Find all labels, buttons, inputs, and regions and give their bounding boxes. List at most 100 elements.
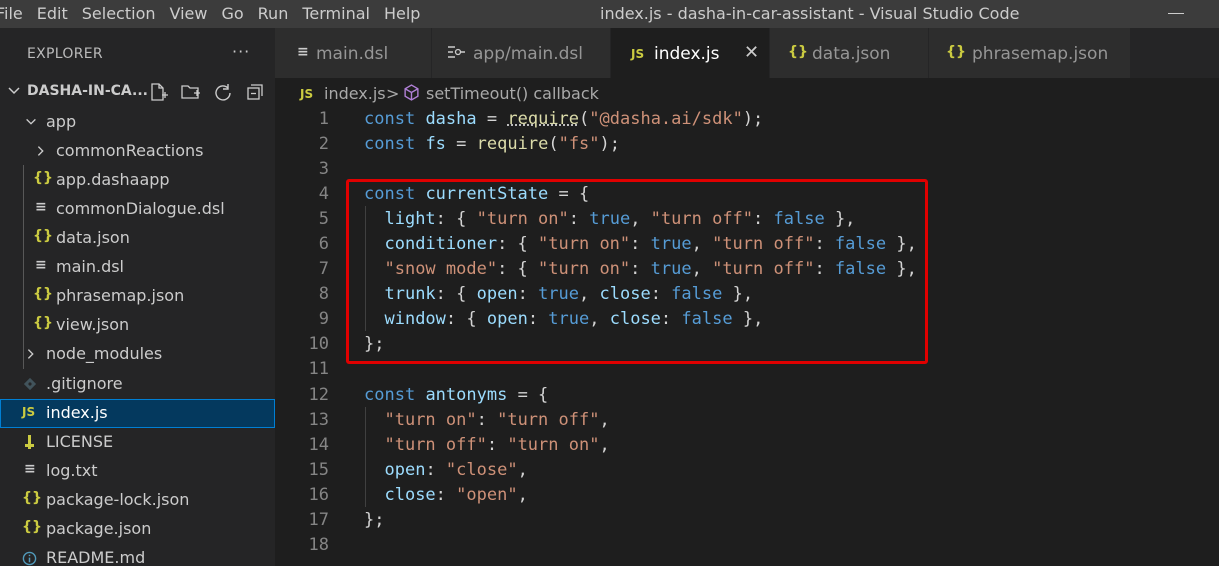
tree-folder-commonreactions[interactable]: commonReactions xyxy=(0,137,275,166)
menu-terminal[interactable]: Terminal xyxy=(295,0,377,28)
tree-folder-node-modules[interactable]: node_modules xyxy=(0,340,275,369)
line-number: 11 xyxy=(308,359,329,379)
more-actions-icon[interactable]: ··· xyxy=(232,42,250,61)
menu-view[interactable]: View xyxy=(163,0,215,28)
code-text: "turn on": "turn off", xyxy=(384,410,610,430)
tab-data-json[interactable]: {} data.json xyxy=(770,28,929,78)
js-file-icon: JS xyxy=(631,47,645,61)
code-text: open: "close", xyxy=(384,460,528,480)
tree-file-commondialogue-dsl[interactable]: ≡ commonDialogue.dsl xyxy=(0,195,275,224)
tab-index-js[interactable]: JS index.js ✕ xyxy=(611,28,770,78)
info-icon xyxy=(22,551,37,566)
tree-item-label: README.md xyxy=(46,548,146,566)
line-number: 15 xyxy=(308,460,329,480)
code-line: 3 xyxy=(275,156,1219,181)
tree-file-readme-md[interactable]: README.md xyxy=(0,544,275,566)
json-file-icon: {} xyxy=(33,315,53,331)
workspace-name: DASHA-IN-CA... xyxy=(27,83,148,99)
tab-label: app/main.dsl xyxy=(473,44,583,64)
chevron-down-icon xyxy=(8,87,20,95)
menu-go[interactable]: Go xyxy=(214,0,250,28)
menu-selection[interactable]: Selection xyxy=(75,0,163,28)
line-number: 14 xyxy=(308,435,329,455)
tree-item-label: node_modules xyxy=(46,344,163,363)
tab-label: main.dsl xyxy=(316,44,389,64)
line-number: 3 xyxy=(318,159,329,179)
tree-item-label: main.dsl xyxy=(56,257,124,276)
explorer-header: EXPLORER ··· xyxy=(0,28,275,84)
refresh-icon[interactable] xyxy=(213,82,233,102)
new-file-icon[interactable] xyxy=(148,82,168,102)
chevron-right-icon xyxy=(27,349,34,359)
tree-file-gitignore[interactable]: .gitignore xyxy=(0,370,275,399)
code-text: "turn off": "turn on", xyxy=(384,435,610,455)
code-line: 14 "turn off": "turn on", xyxy=(275,432,1219,457)
line-number: 16 xyxy=(308,485,329,505)
text-file-icon: ≡ xyxy=(297,44,309,60)
tree-file-log-txt[interactable]: ≡ log.txt xyxy=(0,457,275,486)
editor-tab-bar: ≡ main.dsl app/main.dsl JS index.js ✕ {}… xyxy=(275,28,1219,78)
js-file-icon: JS xyxy=(300,87,314,101)
window-title: index.js - dasha-in-car-assistant - Visu… xyxy=(600,4,1020,23)
code-text: const antonyms = { xyxy=(364,385,549,405)
menu-file[interactable]: File xyxy=(0,0,30,28)
workspace-header[interactable]: DASHA-IN-CA... xyxy=(0,78,275,107)
explorer-sidebar: EXPLORER ··· DASHA-IN-CA... app commonRe… xyxy=(0,28,275,566)
new-folder-icon[interactable] xyxy=(181,82,201,102)
line-number: 7 xyxy=(318,259,329,279)
menu-bar: File Edit Selection View Go Run Terminal… xyxy=(0,0,427,28)
tree-file-license[interactable]: LICENSE xyxy=(0,428,275,457)
explorer-title: EXPLORER xyxy=(27,46,103,62)
minimize-icon[interactable] xyxy=(1168,13,1184,14)
tree-file-index-js[interactable]: JS index.js xyxy=(0,399,275,428)
tree-item-label: LICENSE xyxy=(46,432,114,451)
line-number: 13 xyxy=(308,410,329,430)
menu-help[interactable]: Help xyxy=(377,0,427,28)
line-number: 18 xyxy=(308,535,329,555)
breadcrumb-file[interactable]: index.js xyxy=(324,84,386,103)
json-file-icon: {} xyxy=(946,44,966,60)
menu-run[interactable]: Run xyxy=(251,0,296,28)
tree-file-package-lock-json[interactable]: {} package-lock.json xyxy=(0,486,275,515)
tree-file-data-json[interactable]: {} data.json xyxy=(0,224,275,253)
license-icon xyxy=(25,435,34,449)
line-number: 8 xyxy=(318,284,329,304)
chevron-down-icon xyxy=(26,118,36,125)
tree-item-label: .gitignore xyxy=(46,374,123,393)
line-number: 9 xyxy=(318,309,329,329)
tab-app-main-dsl[interactable]: app/main.dsl xyxy=(432,28,611,78)
code-text: const dasha = require("@dasha.ai/sdk"); xyxy=(364,109,764,129)
tree-file-main-dsl[interactable]: ≡ main.dsl xyxy=(0,253,275,282)
code-text: close: "open", xyxy=(384,485,528,505)
tree-file-app-dashaapp[interactable]: {} app.dashaapp xyxy=(0,166,275,195)
tree-item-label: data.json xyxy=(56,228,130,247)
code-line: 12 const antonyms = { xyxy=(275,382,1219,407)
code-line: 2 const fs = require("fs"); xyxy=(275,131,1219,156)
tree-file-phrasemap-json[interactable]: {} phrasemap.json xyxy=(0,282,275,311)
tree-item-label: phrasemap.json xyxy=(56,286,185,305)
tree-item-label: package-lock.json xyxy=(46,490,190,509)
code-text: }; xyxy=(364,510,385,530)
tab-label: index.js xyxy=(654,44,720,64)
tree-file-package-json[interactable]: {} package.json xyxy=(0,515,275,544)
line-number: 10 xyxy=(308,334,329,354)
tab-main-dsl[interactable]: ≡ main.dsl xyxy=(275,28,432,78)
tree-item-label: package.json xyxy=(46,519,152,538)
collapse-all-icon[interactable] xyxy=(245,82,265,102)
tree-item-label: commonReactions xyxy=(56,141,204,160)
code-line: 1 const dasha = require("@dasha.ai/sdk")… xyxy=(275,106,1219,131)
tree-folder-app[interactable]: app xyxy=(0,108,275,137)
json-file-icon: {} xyxy=(33,170,53,186)
close-icon[interactable]: ✕ xyxy=(744,42,759,63)
git-icon xyxy=(23,377,37,391)
text-file-icon: ≡ xyxy=(24,461,36,477)
js-file-icon: JS xyxy=(22,405,36,419)
breadcrumb-separator: > xyxy=(386,84,400,103)
json-file-icon: {} xyxy=(22,490,42,506)
tree-file-view-json[interactable]: {} view.json xyxy=(0,311,275,340)
tab-label: phrasemap.json xyxy=(972,44,1109,64)
breadcrumb-symbol[interactable]: setTimeout() callback xyxy=(426,84,599,103)
menu-edit[interactable]: Edit xyxy=(30,0,75,28)
tab-phrasemap-json[interactable]: {} phrasemap.json xyxy=(929,28,1131,78)
line-number: 6 xyxy=(318,234,329,254)
